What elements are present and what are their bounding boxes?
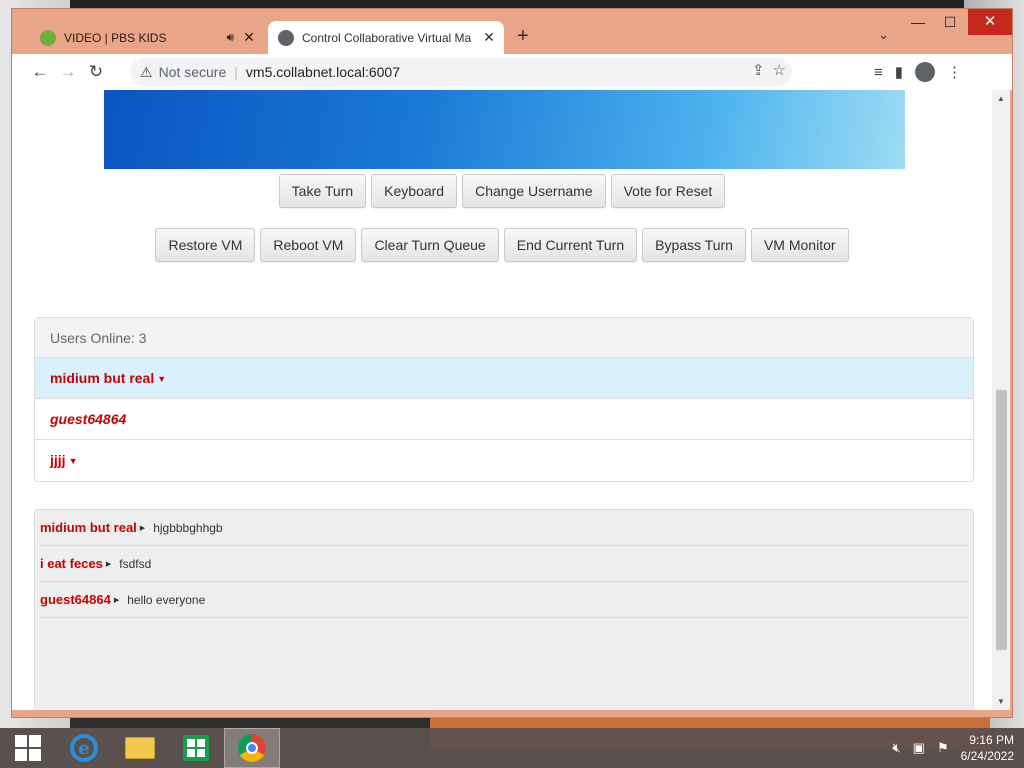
scroll-down-icon[interactable]: ▼ [992,697,1010,706]
maximize-button[interactable]: ☐ [934,9,966,35]
minimize-button[interactable]: — [902,9,934,35]
chat-panel: midium but real ▶ hjgbbbghhgb i eat feces ▶… [34,509,974,710]
scrollbar-thumb[interactable] [996,390,1007,650]
chat-text: fsdfsd [119,556,152,571]
clear-turn-queue-button[interactable]: Clear Turn Queue [361,228,499,262]
system-clock[interactable]: 9:16 PM 6/24/2022 [961,732,1014,764]
close-tab-icon[interactable]: ✕ [240,29,258,46]
user-row[interactable]: jjjj ▼ [35,440,973,481]
forward-arrow-icon[interactable]: → [54,62,82,82]
users-online-header: Users Online: 3 [35,318,973,358]
arrow-right-icon: ▶ [105,560,112,568]
windows-logo-icon [15,735,41,761]
user-row[interactable]: guest64864 [35,399,973,440]
system-tray: 🔇︎ ▣ ⚑ 9:16 PM 6/24/2022 [892,728,1014,768]
end-current-turn-button[interactable]: End Current Turn [503,228,638,262]
vm-display[interactable] [104,90,905,169]
tab-title: VIDEO | PBS KIDS [64,30,167,45]
chat-text: hjgbbbghhgb [153,520,223,535]
internet-explorer-icon: e [70,734,98,762]
change-username-button[interactable]: Change Username [462,174,606,208]
page-scrollbar[interactable]: ▲ ▼ [992,90,1010,710]
users-online-panel: Users Online: 3 midium but real ▼ guest64… [34,317,974,482]
security-label: Not secure [158,64,227,80]
store-icon [183,735,209,761]
reload-icon[interactable]: ↻ [82,62,110,82]
chrome-taskbar-button[interactable] [224,728,280,768]
scroll-up-icon[interactable]: ▲ [992,94,1010,103]
volume-muted-icon[interactable]: 🔇︎ [892,740,900,756]
globe-favicon-icon [278,29,294,46]
chat-text: hello everyone [127,592,206,607]
user-name: guest64864 [50,411,127,427]
tab-pbs-kids[interactable]: VIDEO | PBS KIDS 🔊︎ ✕ [32,21,264,54]
chat-message: midium but real ▶ hjgbbbghhgb [40,510,968,546]
vm-controls-row-2: Restore VM Reboot VM Clear Turn Queue En… [12,228,992,262]
reboot-vm-button[interactable]: Reboot VM [260,228,357,262]
new-tab-button[interactable]: + [517,25,529,48]
clock-time: 9:16 PM [969,733,1014,747]
caret-down-icon[interactable]: ▼ [157,374,166,384]
vote-for-reset-button[interactable]: Vote for Reset [610,174,726,208]
chat-message: i eat feces ▶ fsdfsd [40,546,968,582]
network-icon[interactable]: ▣ [913,740,925,756]
speaker-icon[interactable]: 🔊︎ [226,30,234,45]
close-tab-icon[interactable]: ✕ [480,29,498,46]
media-queue-icon[interactable]: ≡ [874,64,883,81]
vm-controls-row-1: Take Turn Keyboard Change Username Vote … [12,174,992,208]
notification-flag-icon[interactable]: ⚑ [937,740,949,756]
user-name: jjjj [50,452,66,468]
internet-explorer-button[interactable]: e [56,728,112,768]
taskbar: e 🔇︎ ▣ ⚑ 9:16 PM 6/24/2022 [0,728,1024,768]
browser-window: VIDEO | PBS KIDS 🔊︎ ✕ Control Collaborat… [11,8,1013,718]
close-window-button[interactable]: ✕ [968,9,1012,35]
take-turn-button[interactable]: Take Turn [278,174,367,208]
chat-message: guest64864 ▶ hello everyone [40,582,968,618]
arrow-right-icon: ▶ [139,524,146,532]
back-arrow-icon[interactable]: ← [26,62,54,82]
tab-strip: VIDEO | PBS KIDS 🔊︎ ✕ Control Collaborat… [12,9,1012,54]
chat-username: guest64864 [40,592,111,607]
user-name: midium but real [50,370,155,386]
menu-dots-icon[interactable]: ⋮ [947,63,962,81]
warning-icon[interactable]: ⚠ [140,64,153,81]
chevron-down-icon[interactable]: ⌄ [878,27,889,43]
toolbar-right: ≡ ▮ ⋮ [874,54,962,90]
address-separator: | [234,64,238,80]
tab-collabvm[interactable]: Control Collaborative Virtual Ma ✕ [268,21,504,54]
arrow-right-icon: ▶ [113,596,120,604]
restore-vm-button[interactable]: Restore VM [155,228,256,262]
side-panel-icon[interactable]: ▮ [895,63,903,81]
folder-icon [125,737,155,759]
clock-date: 6/24/2022 [960,749,1014,763]
chrome-icon [238,734,266,762]
vm-monitor-button[interactable]: VM Monitor [750,228,849,262]
start-button[interactable] [0,728,56,768]
store-button[interactable] [168,728,224,768]
address-bar[interactable]: ⚠ Not secure | vm5.collabnet.local:6007 … [130,58,792,86]
profile-avatar-icon[interactable] [915,62,936,82]
url-text: vm5.collabnet.local:6007 [245,64,401,80]
omnibox-actions: ⇪ ☆ [752,61,786,79]
pbs-favicon-icon [40,29,56,46]
chat-username: midium but real [40,520,137,535]
caret-down-icon[interactable]: ▼ [69,456,78,466]
bookmark-star-icon[interactable]: ☆ [773,61,786,79]
tab-title: Control Collaborative Virtual Ma [302,30,472,45]
chat-username: i eat feces [40,556,103,571]
browser-toolbar: ← → ↻ ⚠ Not secure | vm5.collabnet.local… [12,54,1012,90]
keyboard-button[interactable]: Keyboard [371,174,458,208]
file-explorer-button[interactable] [112,728,168,768]
share-icon[interactable]: ⇪ [752,61,765,79]
bypass-turn-button[interactable]: Bypass Turn [642,228,746,262]
page-content: Take Turn Keyboard Change Username Vote … [12,90,992,710]
user-row[interactable]: midium but real ▼ [35,358,973,399]
